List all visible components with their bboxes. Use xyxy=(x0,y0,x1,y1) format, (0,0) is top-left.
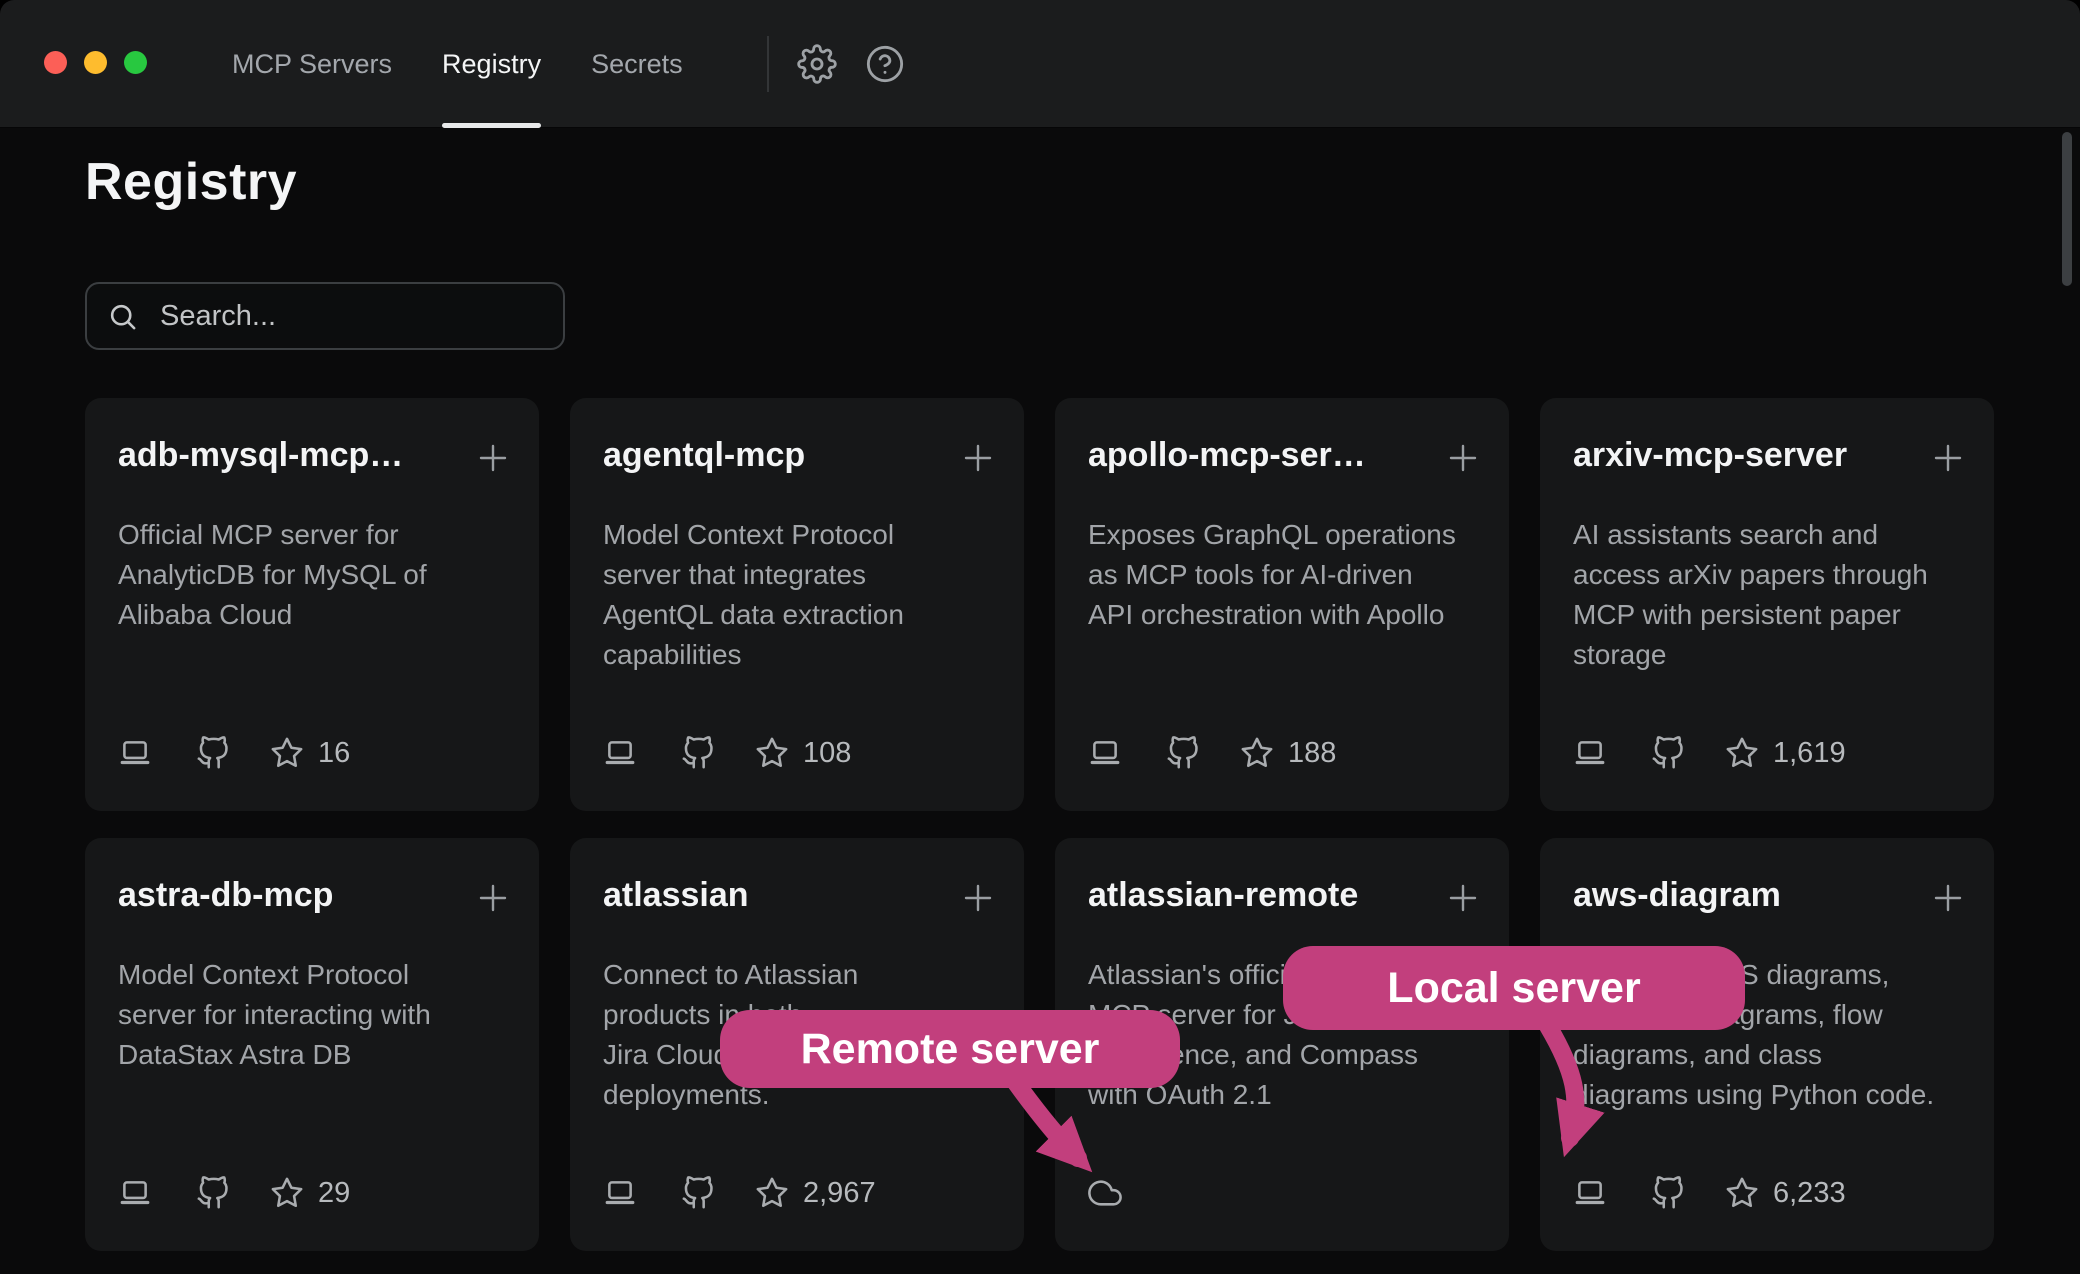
star-icon xyxy=(755,736,789,770)
laptop-icon xyxy=(1088,736,1122,770)
github-icon[interactable] xyxy=(1166,736,1200,770)
traffic-lights xyxy=(44,51,147,74)
github-icon[interactable] xyxy=(681,1176,715,1210)
minimize-window-button[interactable] xyxy=(84,51,107,74)
server-description: AI assistants search and access arXiv pa… xyxy=(1573,515,1973,675)
title-bar: MCP Servers Registry Secrets xyxy=(0,0,2080,128)
card-footer: 188 xyxy=(1088,736,1336,770)
add-server-button[interactable] xyxy=(1930,440,1966,476)
star-icon xyxy=(755,1176,789,1210)
laptop-icon xyxy=(1573,736,1607,770)
star-count: 6,233 xyxy=(1773,1177,1846,1210)
search-box[interactable] xyxy=(85,282,565,350)
server-card-adb-mysql[interactable]: adb-mysql-mcp… Official MCP server for A… xyxy=(85,398,539,811)
server-name: apollo-mcp-ser… xyxy=(1088,436,1429,475)
server-name: aws-diagram xyxy=(1573,876,1914,915)
star-count: 108 xyxy=(803,737,851,770)
settings-gear-icon[interactable] xyxy=(797,44,837,84)
server-name: atlassian xyxy=(603,876,944,915)
scrollbar-thumb[interactable] xyxy=(2062,132,2072,286)
server-description: Official MCP server for AnalyticDB for M… xyxy=(118,515,518,635)
star-count: 16 xyxy=(318,737,350,770)
star-count: 188 xyxy=(1288,737,1336,770)
star-count: 2,967 xyxy=(803,1177,876,1210)
laptop-icon xyxy=(603,1176,637,1210)
tab-registry[interactable]: Registry xyxy=(442,0,541,128)
star-icon xyxy=(1725,736,1759,770)
star-icon xyxy=(1240,736,1274,770)
search-icon xyxy=(107,301,138,332)
server-description: Model Context Protocol server for intera… xyxy=(118,955,518,1075)
remote-server-callout: Remote server xyxy=(720,1010,1180,1088)
card-footer xyxy=(1088,1176,1122,1210)
toolbar-divider xyxy=(767,36,769,92)
github-icon[interactable] xyxy=(196,1176,230,1210)
close-window-button[interactable] xyxy=(44,51,67,74)
server-card-apollo[interactable]: apollo-mcp-ser… Exposes GraphQL operatio… xyxy=(1055,398,1509,811)
card-footer: 16 xyxy=(118,736,350,770)
github-icon[interactable] xyxy=(1651,736,1685,770)
tab-secrets[interactable]: Secrets xyxy=(591,0,683,128)
server-name: atlassian-remote xyxy=(1088,876,1429,915)
server-name: astra-db-mcp xyxy=(118,876,459,915)
add-server-button[interactable] xyxy=(960,440,996,476)
main-nav: MCP Servers Registry Secrets xyxy=(232,0,683,128)
server-description: Exposes GraphQL operations as MCP tools … xyxy=(1088,515,1488,635)
add-server-button[interactable] xyxy=(475,880,511,916)
card-footer: 1,619 xyxy=(1573,736,1846,770)
star-count: 29 xyxy=(318,1177,350,1210)
star-icon xyxy=(270,736,304,770)
laptop-icon xyxy=(603,736,637,770)
server-card-agentql[interactable]: agentql-mcp Model Context Protocol serve… xyxy=(570,398,1024,811)
laptop-icon xyxy=(118,736,152,770)
add-server-button[interactable] xyxy=(475,440,511,476)
server-name: arxiv-mcp-server xyxy=(1573,436,1914,475)
github-icon[interactable] xyxy=(1651,1176,1685,1210)
local-server-callout: Local server xyxy=(1283,946,1745,1030)
tab-mcp-servers[interactable]: MCP Servers xyxy=(232,0,392,128)
server-card-arxiv[interactable]: arxiv-mcp-server AI assistants search an… xyxy=(1540,398,1994,811)
server-description: Model Context Protocol server that integ… xyxy=(603,515,1003,675)
card-footer: 29 xyxy=(118,1176,350,1210)
add-server-button[interactable] xyxy=(1930,880,1966,916)
card-footer: 6,233 xyxy=(1573,1176,1846,1210)
server-name: agentql-mcp xyxy=(603,436,944,475)
card-footer: 2,967 xyxy=(603,1176,876,1210)
cloud-icon xyxy=(1088,1176,1122,1210)
add-server-button[interactable] xyxy=(960,880,996,916)
search-input[interactable] xyxy=(158,299,543,334)
add-server-button[interactable] xyxy=(1445,880,1481,916)
app-window: MCP Servers Registry Secrets Registry xyxy=(0,0,2080,1274)
github-icon[interactable] xyxy=(681,736,715,770)
star-icon xyxy=(1725,1176,1759,1210)
server-card-aws-diagram[interactable]: aws-diagram Generate AWS diagrams, seque… xyxy=(1540,838,1994,1251)
registry-grid: adb-mysql-mcp… Official MCP server for A… xyxy=(85,398,1994,1251)
add-server-button[interactable] xyxy=(1445,440,1481,476)
zoom-window-button[interactable] xyxy=(124,51,147,74)
server-card-astra-db[interactable]: astra-db-mcp Model Context Protocol serv… xyxy=(85,838,539,1251)
laptop-icon xyxy=(118,1176,152,1210)
card-footer: 108 xyxy=(603,736,851,770)
page-title: Registry xyxy=(85,152,297,212)
server-name: adb-mysql-mcp… xyxy=(118,436,459,475)
github-icon[interactable] xyxy=(196,736,230,770)
star-count: 1,619 xyxy=(1773,737,1846,770)
help-icon[interactable] xyxy=(865,44,905,84)
star-icon xyxy=(270,1176,304,1210)
laptop-icon xyxy=(1573,1176,1607,1210)
